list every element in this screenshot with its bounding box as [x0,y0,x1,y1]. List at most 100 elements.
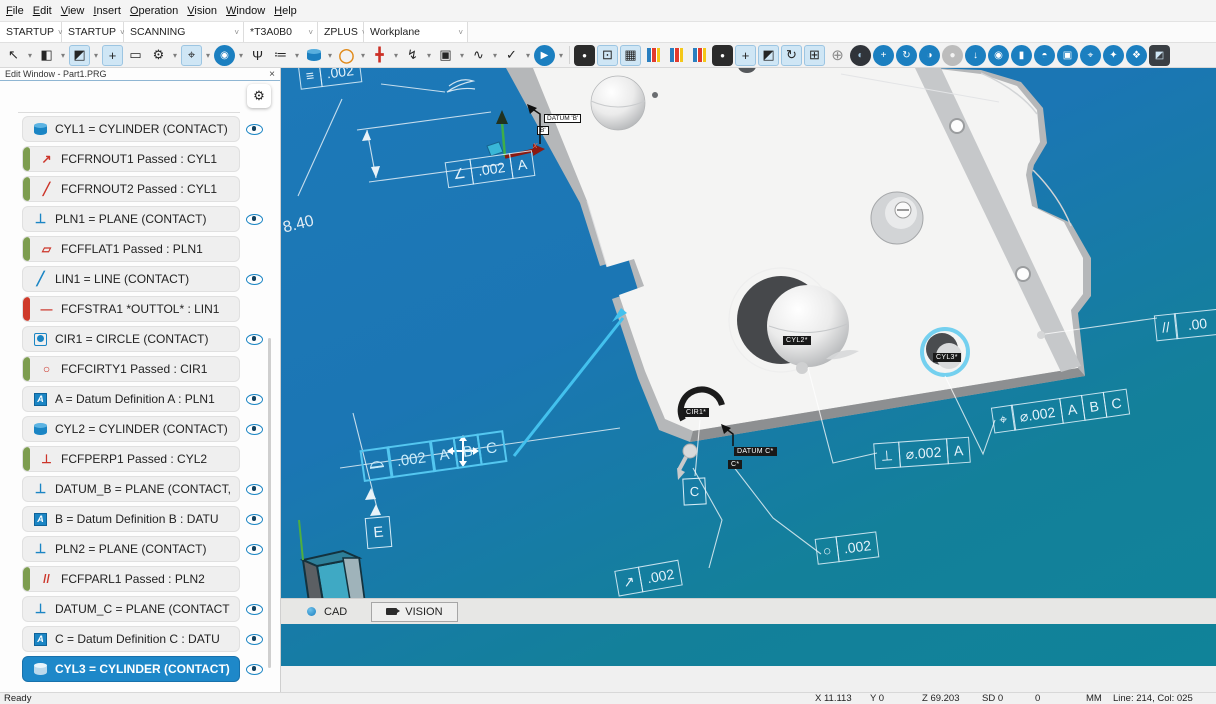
probe-mode-icon[interactable]: ⌖ [181,45,202,66]
cad-viewport[interactable]: ≡ .002 ∠ .002 A .002 A B C ↗ .002 ○ .002… [281,68,1216,666]
probe-point-icon[interactable]: ⌖ [1080,45,1101,66]
cube-view-icon[interactable]: ◩ [758,45,779,66]
visibility-eye-icon[interactable] [246,604,263,615]
probe-combo[interactable]: *T3A0B0˅ [244,22,318,42]
gray-sphere-icon[interactable]: ● [942,45,963,66]
datum-box-c[interactable]: C [682,477,706,505]
image-view-icon[interactable]: ▦ [620,45,641,66]
chevron-down-icon[interactable]: ▾ [557,51,565,60]
path-icon[interactable]: ∿ [468,45,489,66]
visibility-eye-icon[interactable] [246,484,263,495]
feature-item[interactable]: ⊥DATUM_C = PLANE (CONTACT [22,596,240,622]
feature-item[interactable]: AB = Datum Definition B : DATU [22,506,240,532]
dark-sphere-icon[interactable]: ◐ [850,45,871,66]
feature-item[interactable]: AC = Datum Definition C : DATU [22,626,240,652]
comment-icon[interactable]: ▭ [125,45,146,66]
menu-help[interactable]: Help [274,5,297,17]
feature-item[interactable]: ⊥PLN2 = PLANE (CONTACT) [22,536,240,562]
curve-icon[interactable]: ↯ [402,45,423,66]
chevron-down-icon[interactable]: ▾ [293,51,301,60]
feature-item[interactable]: ↗FCFRNOUT1 Passed : CYL1 [22,146,240,172]
chevron-down-icon[interactable]: ▾ [491,51,499,60]
circle-feature-icon[interactable]: ◯ [336,45,357,66]
menu-vision[interactable]: Vision [187,5,217,17]
camera-label-icon[interactable]: ⊡ [597,45,618,66]
chevron-down-icon[interactable]: ▾ [237,51,245,60]
cyl3-feature-highlighted[interactable] [922,329,968,375]
drop-icon[interactable]: ↓ [965,45,986,66]
dark-cube-icon[interactable]: ◩ [1149,45,1170,66]
pan-view-icon[interactable]: + [102,45,123,66]
frames-icon[interactable]: ▣ [435,45,456,66]
datum-b-flag[interactable]: DATUM 'B' [544,114,581,123]
histogram-dot-icon[interactable] [689,45,710,66]
feature-item[interactable]: ▱FCFFLAT1 Passed : PLN1 [22,236,240,262]
tip-combo[interactable]: ZPLUS˅ [318,22,364,42]
shaded-view-icon[interactable]: ◩ [69,45,90,66]
cir1-tag[interactable]: CIR1* [683,408,709,417]
tab-vision[interactable]: VISION [371,602,457,622]
cyl2-tag[interactable]: CYL2* [783,336,811,345]
cylinder-feature-icon[interactable] [303,45,324,66]
visibility-eye-icon[interactable] [246,334,263,345]
chevron-down-icon[interactable]: ▾ [92,51,100,60]
datum-box-e[interactable]: E [365,516,393,549]
feature-item[interactable]: AA = Datum Definition A : PLN1 [22,386,240,412]
visibility-eye-icon[interactable] [246,274,263,285]
tab-cad[interactable]: CAD [293,603,361,621]
menu-file[interactable]: File [6,5,24,17]
globe-icon[interactable]: ⊕ [827,45,848,66]
feature-item[interactable]: ⊥FCFPERP1 Passed : CYL2 [22,446,240,472]
check-icon[interactable]: ✓ [501,45,522,66]
chevron-down-icon[interactable]: ▾ [359,51,367,60]
cylinder-icon[interactable]: ▮ [1011,45,1032,66]
chevron-down-icon[interactable]: ▾ [392,51,400,60]
select-tool-icon[interactable]: ↖ [3,45,24,66]
scanning-combo[interactable]: SCANNING˅ [124,22,244,42]
visibility-eye-icon[interactable] [246,394,263,405]
histogram-icon[interactable] [643,45,664,66]
datum-b-letter-flag[interactable]: B' [537,126,549,135]
feature-item[interactable]: ⊥PLN1 = PLANE (CONTACT) [22,206,240,232]
fit-window-icon[interactable]: ⊞ [804,45,825,66]
chevron-down-icon[interactable]: ▾ [59,51,67,60]
settings-gears-icon[interactable]: ⚙ [148,45,169,66]
chevron-down-icon[interactable]: ▾ [524,51,532,60]
menu-edit[interactable]: Edit [33,5,52,17]
feature-item[interactable]: ╱LIN1 = LINE (CONTACT) [22,266,240,292]
box-view-icon[interactable]: ▣ [1057,45,1078,66]
alignment-cross-icon[interactable]: ╋ [369,45,390,66]
visibility-eye-icon[interactable] [246,424,263,435]
probe-toggle-icon[interactable]: ◉ [214,45,235,66]
histogram-copy-icon[interactable] [666,45,687,66]
visibility-eye-icon[interactable] [246,514,263,525]
chevron-down-icon[interactable]: ▾ [204,51,212,60]
close-icon[interactable]: × [269,70,275,79]
startup-combo-1[interactable]: STARTUP˅ [0,22,62,42]
probe-sphere-icon[interactable]: ◉ [988,45,1009,66]
feature-item[interactable]: CYL1 = CYLINDER (CONTACT) [22,116,240,142]
visibility-eye-icon[interactable] [246,664,263,675]
camera-icon[interactable]: ● [574,45,595,66]
menu-view[interactable]: View [61,5,85,17]
chevron-down-icon[interactable]: ▾ [425,51,433,60]
chevron-down-icon[interactable]: ▾ [26,51,34,60]
view-setup-icon[interactable]: ◧ [36,45,57,66]
probe-small-icon[interactable]: ✦ [1103,45,1124,66]
chevron-down-icon[interactable]: ▾ [326,51,334,60]
cyl3-tag[interactable]: CYL3* [933,353,961,362]
scrollbar[interactable] [268,338,271,668]
chevron-down-icon[interactable]: ▾ [171,51,179,60]
menu-window[interactable]: Window [226,5,265,17]
rotate-icon[interactable]: ↻ [781,45,802,66]
feature-item[interactable]: CYL2 = CYLINDER (CONTACT) [22,416,240,442]
rotate-view-icon[interactable]: ↻ [896,45,917,66]
feature-item-selected[interactable]: CYL3 = CYLINDER (CONTACT) [22,656,240,682]
datum-c-letter-tag[interactable]: C* [728,460,742,469]
visibility-eye-icon[interactable] [246,214,263,225]
feature-item[interactable]: //FCFPARL1 Passed : PLN2 [22,566,240,592]
feature-item[interactable]: CIR1 = CIRCLE (CONTACT) [22,326,240,352]
zoom-plus-icon[interactable]: + [873,45,894,66]
startup-combo-2[interactable]: STARTUP˅ [62,22,124,42]
datum-c-tag[interactable]: DATUM C* [734,447,777,456]
